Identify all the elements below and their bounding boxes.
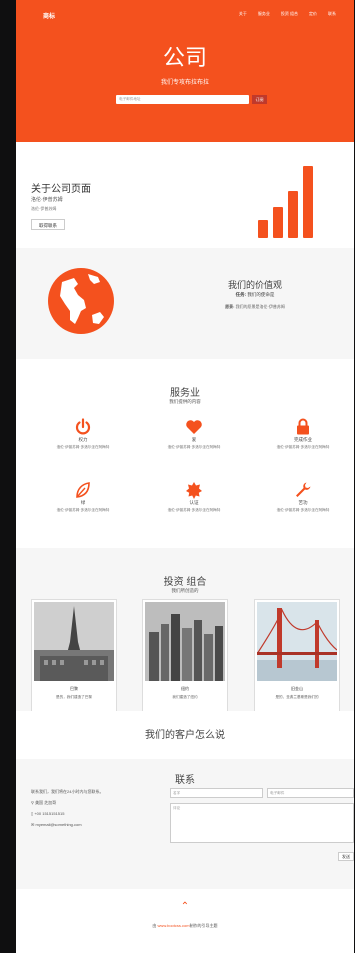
- top-nav: 商标 关于 服务业 投资 组合 定价 联系: [16, 0, 354, 30]
- service-name: 权力: [78, 437, 88, 442]
- contact-email: ✉ myemail@something.com: [31, 822, 82, 827]
- about-section: 关于公司页面 洛伦·伊普苏姆 洛伦·伊普苏姆 取得联系: [16, 142, 354, 248]
- signal-bar: [273, 207, 283, 238]
- service-name: 认证: [189, 500, 199, 505]
- nav-link-contact[interactable]: 联系: [328, 11, 336, 17]
- services-section: 服务业 我们提供的内容 权力 洛伦·伊普苏姆·多洛尔坐在阿梅特 爱 洛伦·伊普苏…: [16, 359, 354, 548]
- values-title: 我们的价值观: [227, 280, 282, 290]
- wrench-icon: [258, 480, 348, 500]
- email-input[interactable]: 电子邮件地址: [116, 95, 249, 104]
- vision-text: 愿景: 我们的愿景是洛伦·伊普苏姆: [166, 304, 344, 310]
- service-name: 爱: [191, 437, 197, 442]
- service-name: 绿: [80, 500, 86, 505]
- clients-section: 我们的客户怎么说: [16, 711, 354, 759]
- nav-link-about[interactable]: 关于: [239, 11, 247, 17]
- portfolio-title: 投资 组合: [163, 577, 207, 588]
- portfolio-section: 投资 组合 我们所创造的 巴黎 是的，我们建造了巴黎 纽约 我们建造了纽约 旧金…: [16, 548, 354, 714]
- portfolio-item[interactable]: 纽约 我们建造了纽约: [142, 599, 228, 714]
- credit-link[interactable]: www.bootcss.com: [158, 923, 190, 928]
- name-field[interactable]: 名字: [170, 788, 263, 798]
- contact-phone: ▯ +00 1515151515: [31, 811, 64, 816]
- portfolio-item[interactable]: 旧金山 是的，圣弗兰基斯是我们的: [254, 599, 340, 714]
- footer: ⌃ 由 www.bootcss.com制作的引导主题: [16, 889, 354, 953]
- portfolio-desc: 我们建造了纽约: [172, 695, 198, 699]
- lock-icon: [258, 417, 348, 437]
- send-button[interactable]: 发送: [338, 852, 354, 861]
- signal-bar: [258, 220, 268, 238]
- portfolio-subtitle: 我们所创造的: [171, 588, 199, 593]
- mission-label: 任务:: [235, 292, 247, 297]
- comment-field[interactable]: 评论: [170, 803, 354, 843]
- hero-subtitle: 我们专攻布拉布拉: [160, 80, 209, 86]
- service-item: 权力 洛伦·伊普苏姆·多洛尔坐在阿梅特: [38, 417, 128, 450]
- values-section: 我们的价值观 任务: 我们的使命是 愿景: 我们的愿景是洛伦·伊普苏姆: [16, 248, 354, 359]
- credit-suffix: 制作的引导主题: [189, 923, 218, 928]
- service-desc: 洛伦·伊普苏姆·多洛尔坐在阿梅特: [167, 508, 221, 512]
- signal-icon: [256, 164, 318, 244]
- contact-intro: 联系我们，我们将在24小时内与您联系。: [31, 789, 104, 794]
- hero-title: 公司: [162, 45, 207, 70]
- page: 商标 关于 服务业 投资 组合 定价 联系 公司 我们专攻布拉布拉 电子邮件地址…: [16, 0, 354, 953]
- about-line2: 洛伦·伊普苏姆: [31, 206, 57, 211]
- service-item: 苦功 洛伦·伊普苏姆·多洛尔坐在阿梅特: [258, 480, 348, 513]
- about-title: 关于公司页面: [31, 184, 91, 195]
- vision-value: 我们的愿景是洛伦·伊普苏姆: [235, 304, 285, 309]
- nav-link-portfolio[interactable]: 投资 组合: [281, 11, 298, 17]
- mission-value: 我们的使命是: [247, 292, 275, 297]
- contact-location: ⚲ 美国 芝加哥: [31, 800, 56, 806]
- service-item: 认证 洛伦·伊普苏姆·多洛尔坐在阿梅特: [149, 480, 239, 513]
- hero-section: 商标 关于 服务业 投资 组合 定价 联系 公司 我们专攻布拉布拉 电子邮件地址…: [16, 0, 354, 142]
- phone-icon: ▯: [31, 811, 34, 816]
- services-subtitle: 我们提供的内容: [169, 399, 201, 404]
- location-text: 美国 芝加哥: [35, 800, 57, 805]
- leaf-icon: [38, 480, 128, 500]
- portfolio-name: 旧金山: [291, 686, 303, 691]
- service-item: 完成作业 洛伦·伊普苏姆·多洛尔坐在阿梅特: [258, 417, 348, 450]
- brand-logo[interactable]: 商标: [43, 11, 55, 20]
- nav-links: 关于 服务业 投资 组合 定价 联系: [239, 11, 336, 17]
- san-francisco-image: [257, 602, 337, 681]
- paris-image: [34, 602, 114, 681]
- portfolio-item[interactable]: 巴黎 是的，我们建造了巴黎: [31, 599, 117, 714]
- signal-bar: [303, 166, 313, 238]
- email-field[interactable]: 电子邮件: [267, 788, 354, 798]
- nav-link-services[interactable]: 服务业: [258, 11, 270, 17]
- service-item: 爱 洛伦·伊普苏姆·多洛尔坐在阿梅特: [149, 417, 239, 450]
- power-icon: [38, 417, 128, 437]
- service-desc: 洛伦·伊普苏姆·多洛尔坐在阿梅特: [56, 445, 110, 449]
- contact-title: 联系: [175, 775, 195, 786]
- service-item: 绿 洛伦·伊普苏姆·多洛尔坐在阿梅特: [38, 480, 128, 513]
- envelope-icon: ✉: [31, 822, 35, 827]
- service-desc: 洛伦·伊普苏姆·多洛尔坐在阿梅特: [276, 445, 330, 449]
- certificate-icon: [149, 480, 239, 500]
- portfolio-name: 巴黎: [70, 686, 78, 691]
- new-york-image: [145, 602, 225, 681]
- mission-text: 任务: 我们的使命是: [166, 292, 344, 298]
- footer-credit: 由 www.bootcss.com制作的引导主题: [16, 923, 354, 929]
- globe-icon: [48, 268, 114, 334]
- clients-title: 我们的客户怎么说: [145, 730, 225, 741]
- service-name: 完成作业: [294, 437, 312, 442]
- service-desc: 洛伦·伊普苏姆·多洛尔坐在阿梅特: [276, 508, 330, 512]
- service-desc: 洛伦·伊普苏姆·多洛尔坐在阿梅特: [56, 508, 110, 512]
- scroll-up-icon[interactable]: ⌃: [16, 901, 354, 912]
- signal-bar: [288, 191, 298, 238]
- portfolio-desc: 是的，我们建造了巴黎: [56, 695, 92, 699]
- email-text: myemail@something.com: [35, 822, 82, 827]
- subscribe-button[interactable]: 订阅: [252, 95, 267, 104]
- contact-section: 联系 联系我们，我们将在24小时内与您联系。 ⚲ 美国 芝加哥 ▯ +00 15…: [16, 759, 354, 889]
- heart-icon: [149, 417, 239, 437]
- nav-link-pricing[interactable]: 定价: [309, 11, 317, 17]
- portfolio-name: 纽约: [181, 686, 189, 691]
- location-icon: ⚲: [31, 800, 34, 805]
- phone-text: +00 1515151515: [34, 811, 65, 816]
- portfolio-desc: 是的，圣弗兰基斯是我们的: [275, 695, 319, 699]
- service-desc: 洛伦·伊普苏姆·多洛尔坐在阿梅特: [167, 445, 221, 449]
- about-line1: 洛伦·伊普苏姆: [31, 197, 63, 203]
- get-in-touch-button[interactable]: 取得联系: [31, 219, 65, 230]
- service-name: 苦功: [298, 500, 308, 505]
- vision-label: 愿景:: [225, 304, 235, 309]
- services-title: 服务业: [170, 388, 200, 399]
